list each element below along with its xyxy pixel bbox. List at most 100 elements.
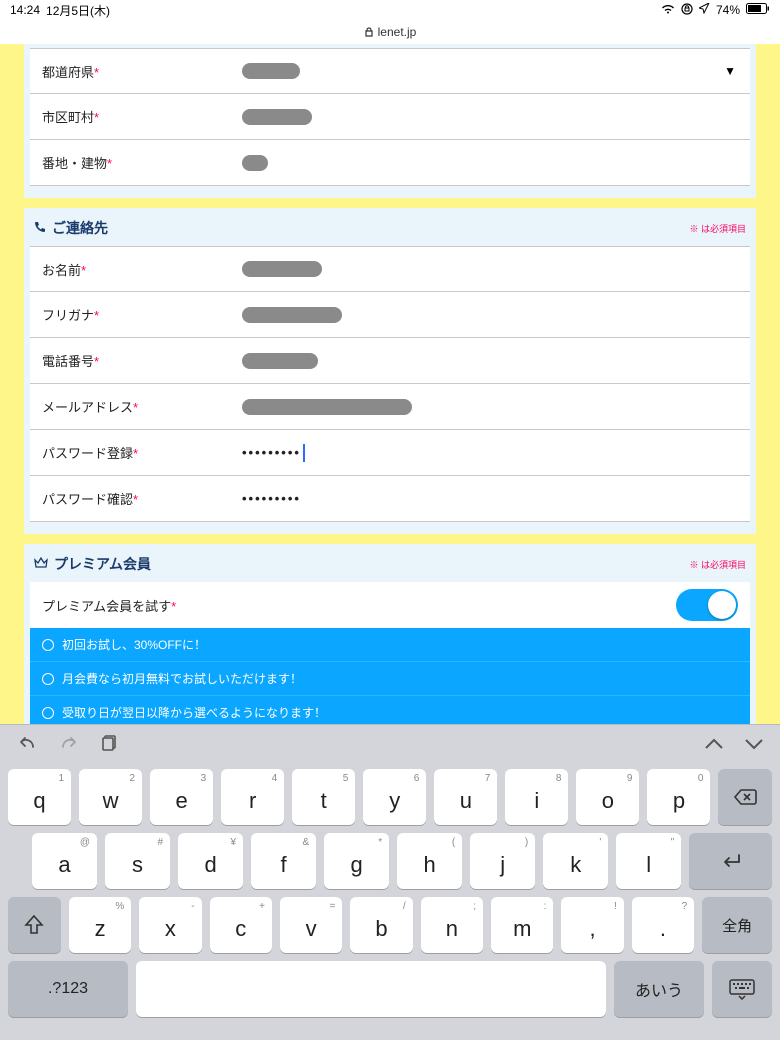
key-q[interactable]: 1q xyxy=(8,769,71,825)
key-h[interactable]: (h xyxy=(397,833,462,889)
benefit-text: 初回お試し、30%OFFに！ xyxy=(62,636,206,653)
required-star: * xyxy=(94,65,99,80)
text-cursor xyxy=(303,444,305,462)
address-row-2[interactable]: 番地・建物* xyxy=(30,140,750,186)
key-i[interactable]: 8i xyxy=(505,769,568,825)
contact-row-0[interactable]: お名前* xyxy=(30,246,750,292)
redo-icon[interactable] xyxy=(58,733,80,757)
status-bar: 14:24 12月5日(木) 74% xyxy=(0,0,780,20)
key-n[interactable]: ;n xyxy=(421,897,483,953)
key-,[interactable]: !, xyxy=(561,897,623,953)
premium-toggle[interactable] xyxy=(676,589,738,621)
contact-title: ご連絡先 xyxy=(52,218,108,238)
redacted-value xyxy=(242,109,312,125)
redacted-value xyxy=(242,399,412,415)
key-g[interactable]: *g xyxy=(324,833,389,889)
chevron-down-icon: ▼ xyxy=(724,64,736,78)
contact-row-2[interactable]: 電話番号* xyxy=(30,338,750,384)
required-note: ※ は必須項目 xyxy=(689,558,746,571)
key-aiu[interactable]: あいう xyxy=(614,961,704,1017)
key-u[interactable]: 7u xyxy=(434,769,497,825)
key-space[interactable] xyxy=(136,961,606,1017)
redacted-value xyxy=(242,261,322,277)
lock-icon xyxy=(364,27,374,37)
premium-toggle-row: プレミアム会員を試す* xyxy=(30,582,750,628)
next-field-icon[interactable] xyxy=(744,734,764,757)
key-s[interactable]: #s xyxy=(105,833,170,889)
key-j[interactable]: )j xyxy=(470,833,535,889)
clipboard-icon[interactable] xyxy=(100,733,118,757)
key-d[interactable]: ¥d xyxy=(178,833,243,889)
prev-field-icon[interactable] xyxy=(704,734,724,757)
phone-icon xyxy=(34,220,46,236)
field-label: フリガナ xyxy=(42,308,94,323)
bullet-circle-icon xyxy=(42,673,54,685)
bullet-circle-icon xyxy=(42,639,54,651)
key-y[interactable]: 6y xyxy=(363,769,426,825)
contact-row-3[interactable]: メールアドレス* xyxy=(30,384,750,430)
required-star: * xyxy=(94,354,99,369)
status-date: 12月5日(木) xyxy=(46,2,110,19)
key-x[interactable]: -x xyxy=(139,897,201,953)
key-o[interactable]: 9o xyxy=(576,769,639,825)
redacted-value xyxy=(242,155,268,171)
backspace-key[interactable] xyxy=(718,769,772,825)
field-label: お名前 xyxy=(42,263,81,278)
key-c[interactable]: +c xyxy=(210,897,272,953)
required-star: * xyxy=(94,308,99,323)
required-star: * xyxy=(171,599,176,614)
url-text: lenet.jp xyxy=(378,25,417,39)
battery-icon xyxy=(746,3,770,17)
key-.[interactable]: ?. xyxy=(632,897,694,953)
address-row-0[interactable]: 都道府県*▼ xyxy=(30,48,750,94)
wifi-icon xyxy=(661,3,675,17)
address-row-1[interactable]: 市区町村* xyxy=(30,94,750,140)
field-label: パスワード登録 xyxy=(42,446,133,461)
benefit-item: 月会費なら初月無料でお試しいただけます！ xyxy=(30,662,750,696)
location-icon xyxy=(699,3,710,17)
key-k[interactable]: 'k xyxy=(543,833,608,889)
return-key[interactable] xyxy=(689,833,772,889)
url-bar[interactable]: lenet.jp xyxy=(0,20,780,44)
benefit-text: 受取り日が翌日以降から選べるようになります！ xyxy=(62,704,326,721)
required-star: * xyxy=(107,156,112,171)
key-e[interactable]: 3e xyxy=(150,769,213,825)
redacted-value xyxy=(242,353,318,369)
premium-try-label: プレミアム会員を試す xyxy=(42,599,171,614)
undo-icon[interactable] xyxy=(16,733,38,757)
key-v[interactable]: =v xyxy=(280,897,342,953)
redacted-value xyxy=(242,307,342,323)
battery-pct: 74% xyxy=(716,3,740,17)
key-l[interactable]: "l xyxy=(616,833,681,889)
benefit-text: 月会費なら初月無料でお試しいただけます！ xyxy=(62,670,302,687)
key-w[interactable]: 2w xyxy=(79,769,142,825)
field-label: 市区町村 xyxy=(42,110,94,125)
zenkaku-key[interactable]: 全角 xyxy=(702,897,772,953)
key-f[interactable]: &f xyxy=(251,833,316,889)
contact-row-4[interactable]: パスワード登録*••••••••• xyxy=(30,430,750,476)
bullet-circle-icon xyxy=(42,707,54,719)
orientation-lock-icon xyxy=(681,3,693,18)
password-dots: ••••••••• xyxy=(242,491,301,506)
contact-row-1[interactable]: フリガナ* xyxy=(30,292,750,338)
key-numsym[interactable]: .?123 xyxy=(8,961,128,1017)
contact-row-5[interactable]: パスワード確認*••••••••• xyxy=(30,476,750,522)
key-r[interactable]: 4r xyxy=(221,769,284,825)
key-p[interactable]: 0p xyxy=(647,769,710,825)
field-label: 番地・建物 xyxy=(42,156,107,171)
premium-section: プレミアム会員 ※ は必須項目 プレミアム会員を試す* 初回お試し、30%OFF… xyxy=(24,544,756,724)
keyboard: 1q2w3e4r5t6y7u8i9o0p @a#s¥d&f*g(h)j'k"l … xyxy=(0,724,780,1040)
key-a[interactable]: @a xyxy=(32,833,97,889)
key-m[interactable]: :m xyxy=(491,897,553,953)
benefit-item: 初回お試し、30%OFFに！ xyxy=(30,628,750,662)
field-label: パスワード確認 xyxy=(42,492,133,507)
redacted-value xyxy=(242,63,300,79)
shift-key[interactable] xyxy=(8,897,61,953)
hide-keyboard-icon[interactable] xyxy=(712,961,772,1017)
key-z[interactable]: %z xyxy=(69,897,131,953)
field-label: 電話番号 xyxy=(42,354,94,369)
key-t[interactable]: 5t xyxy=(292,769,355,825)
contact-section: ご連絡先 ※ は必須項目 お名前*フリガナ*電話番号*メールアドレス*パスワード… xyxy=(24,208,756,534)
field-label: メールアドレス xyxy=(42,400,133,415)
key-b[interactable]: /b xyxy=(350,897,412,953)
